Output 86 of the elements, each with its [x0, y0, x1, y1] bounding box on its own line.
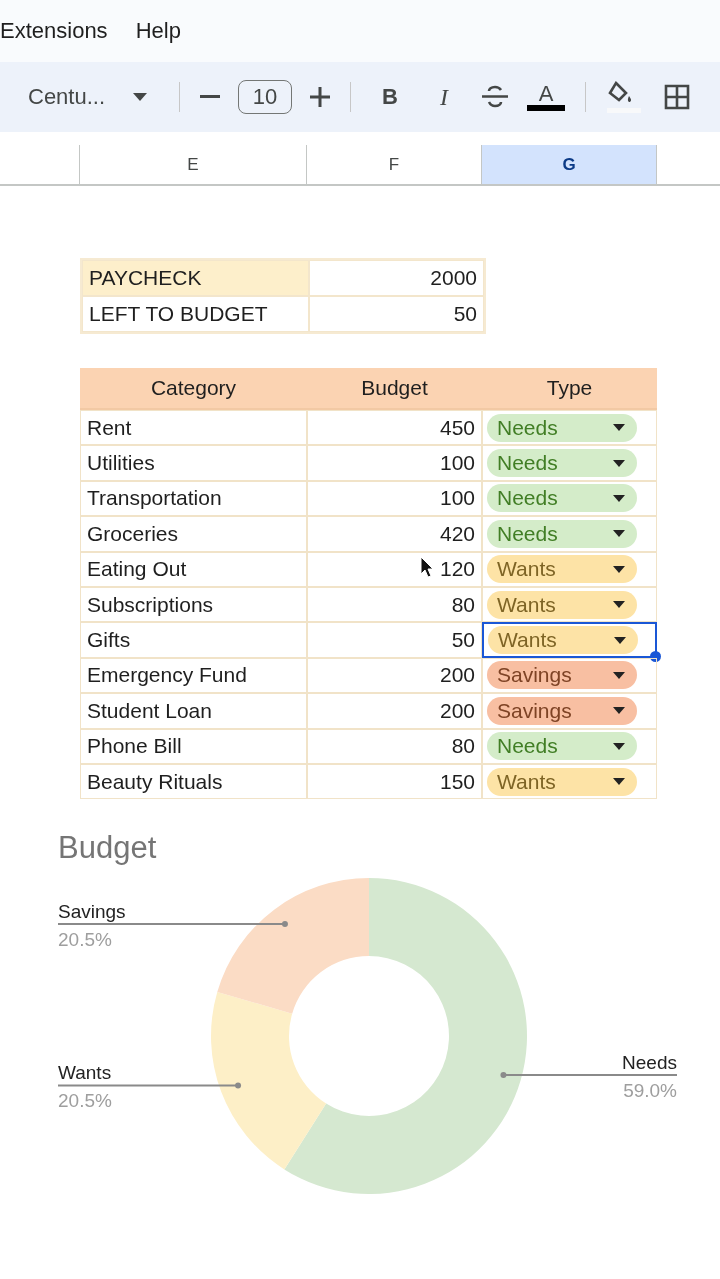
- caret-icon: [613, 778, 625, 786]
- caret-icon: [133, 93, 148, 101]
- type-chip[interactable]: Wants: [487, 590, 637, 619]
- table-cell: 80: [307, 728, 482, 764]
- table-cell: 450: [307, 410, 482, 446]
- table-cell: 50: [309, 296, 484, 332]
- dropdown-cell[interactable]: Wants: [482, 763, 657, 800]
- caret-icon: [613, 601, 625, 609]
- table-cell: 80: [307, 586, 482, 623]
- percent-label: 59.0%: [623, 1080, 677, 1102]
- pointer-icon: [420, 556, 434, 578]
- type-chip[interactable]: Wants: [487, 767, 637, 796]
- percent-label: 20.5%: [58, 1090, 112, 1112]
- caret-icon: [613, 707, 625, 715]
- table-cell: Groceries: [80, 516, 307, 552]
- minus-icon[interactable]: [200, 95, 221, 99]
- selected-cell[interactable]: Wants: [482, 622, 657, 658]
- caret-icon: [613, 565, 625, 573]
- type-chip[interactable]: Savings: [487, 661, 637, 690]
- table-cell: Emergency Fund: [80, 657, 307, 694]
- table-cell: Gifts: [80, 622, 307, 658]
- text-color-button[interactable]: A: [524, 77, 569, 117]
- chart-title: Budget: [58, 830, 157, 866]
- table-cell: 420: [307, 516, 482, 552]
- type-chip[interactable]: Needs: [487, 519, 637, 548]
- dropdown-cell[interactable]: Savings: [482, 657, 657, 694]
- dropdown-cell[interactable]: Needs: [482, 445, 657, 481]
- dropdown-cell[interactable]: Wants: [482, 551, 657, 587]
- table-cell: 120: [307, 551, 482, 587]
- caret-icon: [613, 459, 625, 467]
- type-chip[interactable]: Needs: [487, 449, 637, 478]
- table-cell: Subscriptions: [80, 586, 307, 623]
- type-chip[interactable]: Needs: [487, 732, 637, 761]
- table-cell: Phone Bill: [80, 728, 307, 764]
- table-cell: 100: [307, 480, 482, 517]
- column-header[interactable]: G: [482, 145, 657, 184]
- dropdown-cell[interactable]: Needs: [482, 410, 657, 446]
- table-cell: 50: [307, 622, 482, 658]
- caret-icon: [613, 494, 625, 502]
- table-cell: Rent: [80, 410, 307, 446]
- column-heading: Category: [80, 368, 307, 410]
- italic-button[interactable]: I: [422, 77, 467, 117]
- table-cell: 150: [307, 763, 482, 800]
- caret-icon: [613, 671, 625, 679]
- menu-item[interactable]: Extensions: [0, 14, 108, 48]
- table-cell: Beauty Rituals: [80, 763, 307, 800]
- type-chip[interactable]: Needs: [487, 413, 637, 442]
- column-heading: Budget: [307, 368, 482, 410]
- table-cell: PAYCHECK: [82, 260, 309, 296]
- column-heading: Type: [482, 368, 657, 410]
- bold-button[interactable]: B: [368, 77, 413, 117]
- fill-handle[interactable]: [650, 650, 661, 662]
- legend-label: Savings: [58, 901, 126, 923]
- dropdown-cell[interactable]: Wants: [482, 586, 657, 623]
- table-cell: Utilities: [80, 445, 307, 481]
- legend-label: Wants: [58, 1062, 112, 1084]
- caret-icon: [613, 530, 625, 538]
- dropdown-cell[interactable]: Needs: [482, 516, 657, 552]
- table-cell: 100: [307, 445, 482, 481]
- table-cell: Eating Out: [80, 551, 307, 587]
- fill-color-icon[interactable]: [606, 80, 643, 114]
- type-chip[interactable]: Needs: [487, 484, 637, 513]
- table-cell: 200: [307, 693, 482, 729]
- table-cell: 200: [307, 657, 482, 694]
- font-select[interactable]: Centu...: [22, 78, 154, 116]
- caret-icon: [613, 424, 625, 432]
- font-size-field[interactable]: 10: [238, 80, 293, 114]
- dropdown-cell[interactable]: Savings: [482, 693, 657, 729]
- dropdown-cell[interactable]: Needs: [482, 480, 657, 517]
- percent-label: 20.5%: [58, 929, 112, 951]
- type-chip[interactable]: Wants: [488, 626, 638, 655]
- table-cell: Transportation: [80, 480, 307, 517]
- type-chip[interactable]: Wants: [487, 555, 637, 584]
- borders-icon[interactable]: [664, 84, 691, 110]
- dropdown-cell[interactable]: Needs: [482, 728, 657, 764]
- plus-icon[interactable]: [310, 87, 331, 107]
- menu-item[interactable]: Help: [135, 14, 181, 48]
- table-cell: Student Loan: [80, 693, 307, 729]
- table-cell: LEFT TO BUDGET: [82, 296, 309, 332]
- caret-icon: [613, 742, 625, 750]
- caret-icon: [614, 636, 626, 644]
- strikethrough-icon[interactable]: [481, 85, 510, 109]
- column-header[interactable]: E: [80, 145, 307, 184]
- type-chip[interactable]: Savings: [487, 696, 637, 725]
- legend-label: Needs: [622, 1052, 677, 1074]
- table-cell: 2000: [309, 260, 484, 296]
